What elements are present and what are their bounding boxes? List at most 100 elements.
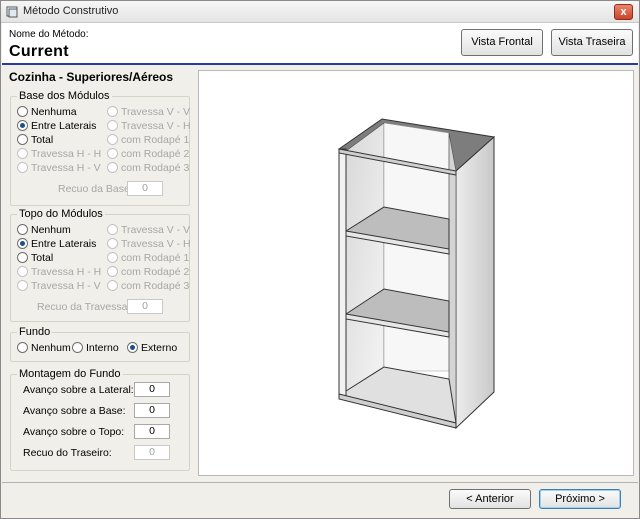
base-option-total[interactable]: Total: [17, 134, 53, 146]
base-option-rodape-1: com Rodapé 1: [107, 134, 189, 146]
back-view-button[interactable]: Vista Traseira: [551, 29, 633, 56]
avanco-lateral-input[interactable]: 0: [134, 382, 170, 397]
option-label: Total: [31, 134, 54, 146]
topo-option-travessa-v-h: Travessa V - H: [107, 238, 191, 250]
base-option-travessa-h-v: Travessa H - V: [17, 162, 101, 174]
radio-icon: [107, 238, 118, 249]
radio-icon: [107, 280, 118, 291]
montagem-group-title: Montagem do Fundo: [17, 368, 123, 380]
fundo-group-title: Fundo: [17, 326, 53, 338]
option-label: Travessa V - H: [121, 120, 191, 132]
cabinet-3d-icon: [337, 118, 496, 430]
option-label: Travessa V - V: [121, 224, 191, 236]
base-recuo-input: 0: [127, 181, 163, 196]
option-label: Travessa H - V: [31, 280, 101, 292]
radio-icon: [17, 224, 28, 235]
fundo-option-nenhum[interactable]: Nenhum: [17, 342, 71, 354]
option-label: Externo: [141, 342, 178, 354]
radio-icon: [107, 224, 118, 235]
window-title: Método Construtivo: [23, 5, 119, 17]
option-label: Travessa H - H: [31, 148, 102, 160]
avanco-base-input[interactable]: 0: [134, 403, 170, 418]
option-label: Interno: [86, 342, 119, 354]
radio-selected-icon: [17, 120, 28, 131]
option-label: Travessa V - H: [121, 238, 191, 250]
topo-recuo-input: 0: [127, 299, 163, 314]
next-button[interactable]: Próximo >: [539, 489, 621, 509]
topo-option-rodape-2: com Rodapé 2: [107, 266, 189, 278]
avanco-base-label: Avanço sobre a Base:: [23, 405, 126, 417]
option-label: Entre Laterais: [31, 120, 97, 132]
option-label: com Rodapé 2: [121, 148, 190, 160]
topo-option-travessa-h-h: Travessa H - H: [17, 266, 101, 278]
radio-icon: [17, 252, 28, 263]
radio-icon: [17, 148, 28, 159]
option-label: Nenhum: [31, 224, 71, 236]
option-label: Nenhum: [31, 342, 71, 354]
radio-icon: [107, 162, 118, 173]
base-option-travessa-v-v: Travessa V - V: [107, 106, 190, 118]
base-recuo-label: Recuo da Base:: [58, 183, 133, 195]
fundo-option-interno[interactable]: Interno: [72, 342, 119, 354]
topo-option-entre-laterais[interactable]: Entre Laterais: [17, 238, 96, 250]
base-option-rodape-2: com Rodapé 2: [107, 148, 189, 160]
option-label: Travessa H - V: [31, 162, 101, 174]
topo-option-rodape-1: com Rodapé 1: [107, 252, 189, 264]
topo-option-nenhum[interactable]: Nenhum: [17, 224, 71, 236]
recuo-traseiro-input: 0: [134, 445, 170, 460]
radio-icon: [107, 120, 118, 131]
option-label: com Rodapé 2: [121, 266, 190, 278]
radio-icon: [17, 134, 28, 145]
cabinet-preview[interactable]: [198, 70, 634, 476]
avanco-lateral-label: Avanço sobre a Lateral:: [23, 384, 134, 396]
avanco-topo-input[interactable]: 0: [134, 424, 170, 439]
option-label: com Rodapé 1: [121, 134, 190, 146]
radio-icon: [107, 106, 118, 117]
base-option-rodape-3: com Rodapé 3: [107, 162, 189, 174]
topo-option-travessa-v-v: Travessa V - V: [107, 224, 190, 236]
base-group-title: Base dos Módulos: [17, 90, 112, 102]
radio-icon: [17, 106, 28, 117]
avanco-topo-label: Avanço sobre o Topo:: [23, 426, 125, 438]
radio-icon: [17, 280, 28, 291]
radio-icon: [17, 162, 28, 173]
option-label: com Rodapé 3: [121, 280, 190, 292]
recuo-traseiro-label: Recuo do Traseiro:: [23, 447, 112, 459]
previous-button[interactable]: < Anterior: [449, 489, 531, 509]
radio-selected-icon: [127, 342, 138, 353]
section-title: Cozinha - Superiores/Aéreos: [9, 70, 174, 84]
radio-selected-icon: [17, 238, 28, 249]
radio-icon: [17, 342, 28, 353]
base-option-nenhuma[interactable]: Nenhuma: [17, 106, 77, 118]
dialog-window: Método Construtivo x Nome do Método: Cur…: [0, 0, 640, 519]
radio-icon: [107, 266, 118, 277]
option-label: com Rodapé 1: [121, 252, 190, 264]
radio-icon: [107, 148, 118, 159]
close-button[interactable]: x: [614, 4, 633, 20]
topo-option-total[interactable]: Total: [17, 252, 53, 264]
topo-group-title: Topo do Módulos: [17, 208, 105, 220]
option-label: com Rodapé 3: [121, 162, 190, 174]
option-label: Travessa H - H: [31, 266, 102, 278]
radio-icon: [107, 134, 118, 145]
window-app-icon: [6, 6, 18, 18]
option-label: Travessa V - V: [121, 106, 191, 118]
method-name-value: Current: [9, 43, 69, 60]
fundo-option-externo[interactable]: Externo: [127, 342, 177, 354]
footer-divider: [2, 482, 638, 483]
base-option-travessa-v-h: Travessa V - H: [107, 120, 191, 132]
radio-icon: [72, 342, 83, 353]
base-option-entre-laterais[interactable]: Entre Laterais: [17, 120, 96, 132]
title-bar[interactable]: Método Construtivo x: [1, 1, 639, 23]
option-label: Total: [31, 252, 54, 264]
base-option-travessa-h-h: Travessa H - H: [17, 148, 101, 160]
front-view-button[interactable]: Vista Frontal: [461, 29, 543, 56]
topo-recuo-label: Recuo da Travessa:: [37, 301, 131, 313]
method-name-label: Nome do Método:: [9, 29, 89, 40]
radio-icon: [107, 252, 118, 263]
topo-option-travessa-h-v: Travessa H - V: [17, 280, 101, 292]
option-label: Entre Laterais: [31, 238, 97, 250]
option-label: Nenhuma: [31, 106, 77, 118]
radio-icon: [17, 266, 28, 277]
topo-option-rodape-3: com Rodapé 3: [107, 280, 189, 292]
